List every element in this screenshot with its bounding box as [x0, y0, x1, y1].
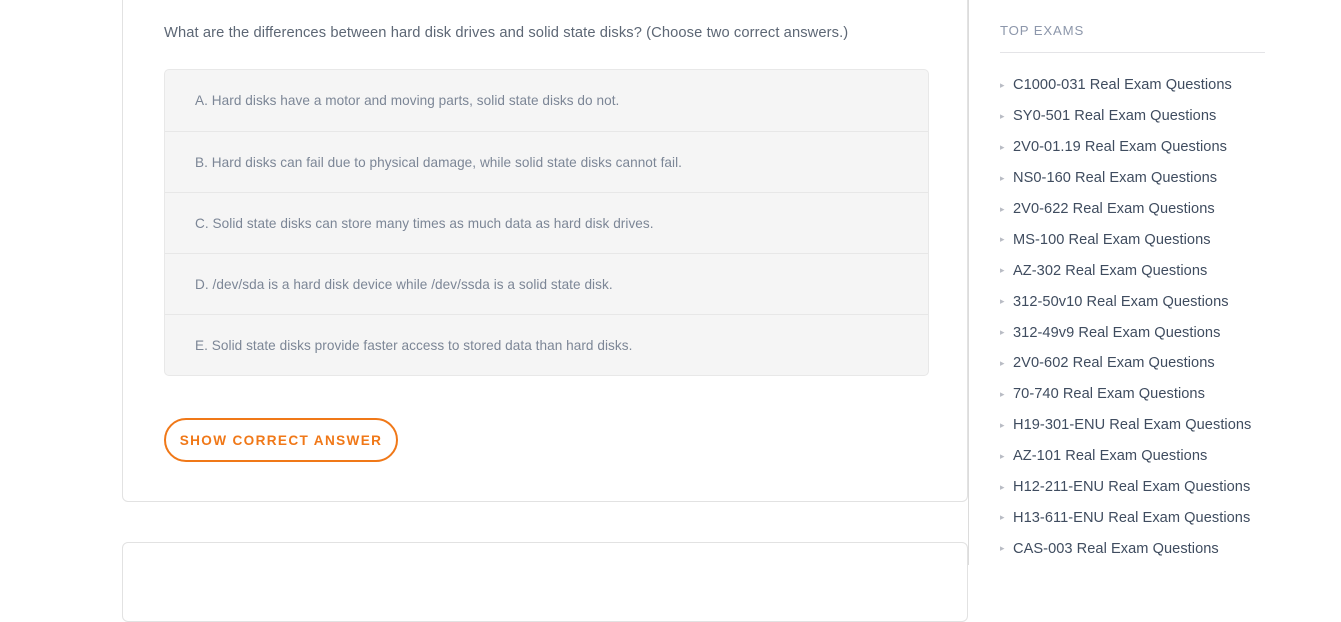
main-content-column: What are the differences between hard di… [0, 0, 968, 622]
triangle-right-icon: ▸ [1000, 141, 1005, 152]
sidebar-exam-item[interactable]: ▸ C1000-031 Real Exam Questions [1000, 70, 1320, 101]
triangle-right-icon: ▸ [1000, 543, 1005, 554]
sidebar-exam-item[interactable]: ▸ 2V0-602 Real Exam Questions [1000, 348, 1320, 379]
sidebar-exam-link[interactable]: 2V0-01.19 Real Exam Questions [1013, 139, 1227, 155]
triangle-right-icon: ▸ [1000, 450, 1005, 461]
sidebar-exam-item[interactable]: ▸ 312-50v10 Real Exam Questions [1000, 286, 1320, 317]
sidebar-exam-item[interactable]: ▸ AZ-101 Real Exam Questions [1000, 441, 1320, 472]
next-question-card [122, 542, 968, 622]
sidebar-exam-link[interactable]: SY0-501 Real Exam Questions [1013, 108, 1216, 124]
answer-option-e-label: E. Solid state disks provide faster acce… [195, 337, 633, 353]
triangle-right-icon: ▸ [1000, 234, 1005, 245]
sidebar-exam-item[interactable]: ▸ SY0-501 Real Exam Questions [1000, 101, 1320, 132]
sidebar-exam-link[interactable]: C1000-031 Real Exam Questions [1013, 77, 1232, 93]
sidebar-exam-link[interactable]: H12-211-ENU Real Exam Questions [1013, 479, 1250, 495]
sidebar-exam-item[interactable]: ▸ MS-100 Real Exam Questions [1000, 224, 1320, 255]
sidebar-exam-link[interactable]: MS-100 Real Exam Questions [1013, 232, 1211, 248]
answer-option-b[interactable]: B. Hard disks can fail due to physical d… [165, 131, 928, 192]
sidebar-exam-link[interactable]: 2V0-602 Real Exam Questions [1013, 355, 1215, 371]
triangle-right-icon: ▸ [1000, 110, 1005, 121]
answer-option-e[interactable]: E. Solid state disks provide faster acce… [165, 314, 928, 375]
sidebar-exam-link[interactable]: AZ-302 Real Exam Questions [1013, 263, 1207, 279]
question-card: What are the differences between hard di… [122, 0, 968, 502]
triangle-right-icon: ▸ [1000, 388, 1005, 399]
triangle-right-icon: ▸ [1000, 327, 1005, 338]
sidebar-exam-link[interactable]: 312-50v10 Real Exam Questions [1013, 294, 1229, 310]
sidebar-exam-item[interactable]: ▸ H13-611-ENU Real Exam Questions [1000, 502, 1320, 533]
answer-option-d[interactable]: D. /dev/sda is a hard disk device while … [165, 253, 928, 314]
show-correct-answer-button[interactable]: SHOW CORRECT ANSWER [164, 418, 398, 462]
answer-option-a[interactable]: A. Hard disks have a motor and moving pa… [165, 70, 928, 131]
sidebar-exam-item[interactable]: ▸ NS0-160 Real Exam Questions [1000, 163, 1320, 194]
sidebar-exam-link[interactable]: 2V0-622 Real Exam Questions [1013, 201, 1215, 217]
triangle-right-icon: ▸ [1000, 203, 1005, 214]
sidebar-exam-item[interactable]: ▸ 312-49v9 Real Exam Questions [1000, 317, 1320, 348]
sidebar-exam-item[interactable]: ▸ 2V0-622 Real Exam Questions [1000, 194, 1320, 225]
triangle-right-icon: ▸ [1000, 419, 1005, 430]
sidebar-title: TOP EXAMS [1000, 23, 1085, 38]
top-exams-list: ▸ C1000-031 Real Exam Questions ▸ SY0-501 R… [1000, 70, 1320, 564]
triangle-right-icon: ▸ [1000, 265, 1005, 276]
sidebar-exam-item[interactable]: ▸ CAS-003 Real Exam Questions [1000, 533, 1320, 564]
sidebar-exam-link[interactable]: H13-611-ENU Real Exam Questions [1013, 510, 1250, 526]
answer-option-c-label: C. Solid state disks can store many time… [195, 215, 654, 231]
answer-option-d-label: D. /dev/sda is a hard disk device while … [195, 276, 613, 292]
answer-option-c[interactable]: C. Solid state disks can store many time… [165, 192, 928, 253]
sidebar-exam-link[interactable]: 312-49v9 Real Exam Questions [1013, 325, 1220, 341]
sidebar-exam-link[interactable]: AZ-101 Real Exam Questions [1013, 448, 1207, 464]
sidebar-exam-item[interactable]: ▸ 70-740 Real Exam Questions [1000, 379, 1320, 410]
triangle-right-icon: ▸ [1000, 357, 1005, 368]
answer-options-list: A. Hard disks have a motor and moving pa… [164, 69, 929, 376]
sidebar: TOP EXAMS ▸ C1000-031 Real Exam Questions… [969, 0, 1341, 565]
triangle-right-icon: ▸ [1000, 296, 1005, 307]
triangle-right-icon: ▸ [1000, 481, 1005, 492]
sidebar-title-divider [1000, 52, 1265, 53]
question-card-body: What are the differences between hard di… [123, 0, 967, 501]
answer-option-b-label: B. Hard disks can fail due to physical d… [195, 154, 682, 170]
sidebar-exam-item[interactable]: ▸ AZ-302 Real Exam Questions [1000, 255, 1320, 286]
sidebar-exam-link[interactable]: CAS-003 Real Exam Questions [1013, 541, 1219, 557]
sidebar-exam-link[interactable]: 70-740 Real Exam Questions [1013, 386, 1205, 402]
question-text: What are the differences between hard di… [164, 25, 849, 41]
page-root: What are the differences between hard di… [0, 0, 1341, 622]
sidebar-exam-link[interactable]: NS0-160 Real Exam Questions [1013, 170, 1217, 186]
answer-option-a-label: A. Hard disks have a motor and moving pa… [195, 93, 620, 108]
triangle-right-icon: ▸ [1000, 79, 1005, 90]
sidebar-exam-link[interactable]: H19-301-ENU Real Exam Questions [1013, 417, 1251, 433]
triangle-right-icon: ▸ [1000, 172, 1005, 183]
sidebar-exam-item[interactable]: ▸ 2V0-01.19 Real Exam Questions [1000, 132, 1320, 163]
sidebar-exam-item[interactable]: ▸ H12-211-ENU Real Exam Questions [1000, 472, 1320, 503]
triangle-right-icon: ▸ [1000, 512, 1005, 523]
sidebar-exam-item[interactable]: ▸ H19-301-ENU Real Exam Questions [1000, 410, 1320, 441]
